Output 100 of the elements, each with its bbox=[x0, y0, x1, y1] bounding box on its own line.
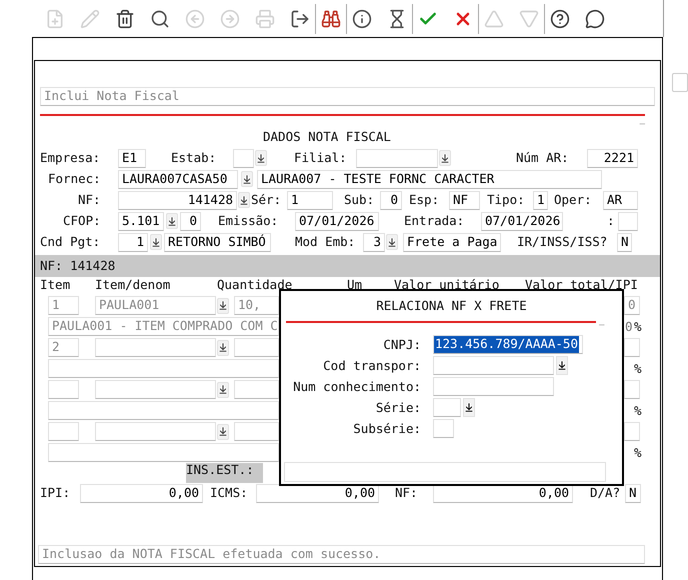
input-field[interactable]: 07/01/2026 bbox=[295, 212, 379, 230]
arrow-down-icon[interactable] bbox=[217, 298, 229, 314]
percent-sign: % bbox=[634, 446, 643, 460]
arrow-down-icon[interactable] bbox=[217, 382, 229, 398]
field-label: INS.EST.: bbox=[186, 463, 263, 483]
info-icon[interactable] bbox=[352, 8, 372, 28]
field-label: Mod Emb: bbox=[295, 235, 356, 249]
column-header: Valor total/IPI bbox=[525, 278, 639, 292]
exit-door-icon[interactable] bbox=[290, 8, 310, 28]
input-field[interactable]: 0 bbox=[380, 190, 402, 210]
input-field[interactable]: N bbox=[617, 232, 632, 252]
arrow-down-icon[interactable] bbox=[463, 398, 475, 417]
speech-bubble-icon[interactable] bbox=[585, 8, 605, 28]
input-field[interactable] bbox=[284, 462, 606, 482]
arrow-down-icon[interactable] bbox=[386, 234, 398, 250]
input-field[interactable] bbox=[433, 377, 554, 396]
field-label: Filial: bbox=[294, 151, 348, 165]
input-field[interactable]: 3 bbox=[363, 232, 385, 252]
field-label: CFOP: bbox=[63, 214, 102, 228]
binoculars-icon[interactable] bbox=[321, 8, 341, 28]
input-field[interactable]: E1 bbox=[118, 148, 146, 168]
field-label: : bbox=[607, 214, 616, 228]
arrow-down-icon[interactable] bbox=[255, 150, 267, 166]
field-label: Tipo: bbox=[487, 193, 526, 207]
input-field[interactable] bbox=[48, 359, 279, 378]
input-field[interactable] bbox=[48, 422, 79, 441]
field-label: Cod transpor: bbox=[322, 358, 421, 372]
input-field[interactable]: Frete a Paga bbox=[403, 232, 501, 252]
arrow-down-icon[interactable] bbox=[150, 234, 162, 250]
arrow-down-icon[interactable] bbox=[238, 192, 250, 208]
input-field[interactable]: LAURA007CASA50 bbox=[118, 170, 238, 188]
field-label: Oper: bbox=[554, 193, 593, 207]
input-field[interactable] bbox=[48, 443, 279, 462]
input-field[interactable]: 0,00 bbox=[80, 484, 203, 502]
field-label: Num conhecimento: bbox=[292, 380, 421, 394]
trash-icon[interactable] bbox=[115, 8, 135, 28]
input-field[interactable]: AR bbox=[603, 190, 638, 210]
field-label: IPI: bbox=[40, 486, 72, 500]
input-field[interactable] bbox=[234, 338, 279, 357]
input-field[interactable]: 1 bbox=[533, 190, 548, 210]
column-header: Quantidade bbox=[217, 278, 294, 292]
input-field[interactable]: 1 bbox=[287, 190, 333, 210]
column-header: Item/denom bbox=[95, 278, 172, 292]
input-field[interactable]: LAURA007 - TESTE FORNC CARACTER bbox=[257, 170, 602, 188]
field-label: NF: bbox=[78, 193, 102, 207]
help-icon[interactable] bbox=[550, 8, 570, 28]
field-label: Cnd Pgt: bbox=[40, 235, 102, 249]
field-label: IR/INSS/ISS? bbox=[517, 235, 608, 249]
field-label: CNPJ: bbox=[382, 338, 421, 352]
search-icon[interactable] bbox=[150, 8, 170, 28]
arrow-down-icon[interactable] bbox=[217, 424, 229, 440]
field-label: Estab: bbox=[171, 151, 218, 165]
arrow-down-icon[interactable] bbox=[166, 213, 178, 229]
field-label: Esp: bbox=[409, 193, 440, 207]
input-field[interactable]: 141428 bbox=[118, 190, 237, 210]
input-field[interactable] bbox=[234, 422, 279, 441]
arrow-down-icon[interactable] bbox=[556, 356, 568, 375]
field-label: Entrada: bbox=[404, 214, 466, 228]
field-label: Emissão: bbox=[218, 214, 280, 228]
input-field[interactable]: 123.456.789/AAAA-50 bbox=[433, 335, 583, 354]
input-field[interactable]: 07/01/2026 bbox=[481, 212, 563, 230]
scroll-button[interactable] bbox=[672, 73, 688, 92]
input-field[interactable] bbox=[48, 380, 79, 399]
input-field[interactable] bbox=[48, 401, 279, 420]
field-label: Subsérie: bbox=[352, 422, 421, 436]
input-field[interactable] bbox=[234, 380, 279, 399]
field-label: NF: bbox=[395, 486, 419, 500]
field-label: Fornec: bbox=[48, 172, 102, 186]
section-bar-title: NF: 141428 bbox=[40, 259, 116, 273]
input-field[interactable]: 1 bbox=[118, 232, 148, 252]
input-field[interactable] bbox=[95, 338, 216, 357]
column-header: Item bbox=[40, 278, 72, 292]
arrow-down-icon[interactable] bbox=[439, 150, 451, 166]
input-field[interactable] bbox=[618, 212, 638, 230]
input-field[interactable]: N bbox=[625, 484, 641, 502]
arrow-down-icon[interactable] bbox=[241, 171, 253, 187]
input-field[interactable] bbox=[433, 419, 454, 438]
column-header: Valor unitário bbox=[394, 278, 500, 292]
field-label: Núm AR: bbox=[516, 151, 570, 165]
field-label: ICMS: bbox=[210, 486, 249, 500]
percent-sign: % bbox=[634, 404, 643, 418]
input-field[interactable]: RETORNO SIMBÓ bbox=[164, 232, 271, 252]
field-label: Sér: bbox=[251, 193, 282, 207]
input-field[interactable]: 5.101 bbox=[118, 212, 164, 230]
input-field[interactable] bbox=[433, 356, 554, 375]
input-field[interactable] bbox=[624, 380, 640, 399]
input-field[interactable] bbox=[624, 338, 640, 357]
input-field[interactable] bbox=[233, 148, 254, 168]
input-field[interactable]: 0 bbox=[180, 212, 201, 230]
input-field[interactable]: 2221 bbox=[587, 148, 638, 168]
input-field[interactable] bbox=[356, 148, 438, 168]
input-field[interactable] bbox=[95, 380, 216, 399]
input-field[interactable] bbox=[95, 422, 216, 441]
minimize-mark[interactable]: _ bbox=[640, 116, 645, 124]
arrow-down-icon[interactable] bbox=[217, 340, 229, 356]
input-field[interactable] bbox=[433, 398, 461, 417]
input-field[interactable] bbox=[624, 422, 640, 441]
input-field[interactable]: NF bbox=[449, 190, 480, 210]
field-label: Empresa: bbox=[40, 151, 102, 165]
minimize-mark[interactable]: _ bbox=[599, 317, 604, 325]
